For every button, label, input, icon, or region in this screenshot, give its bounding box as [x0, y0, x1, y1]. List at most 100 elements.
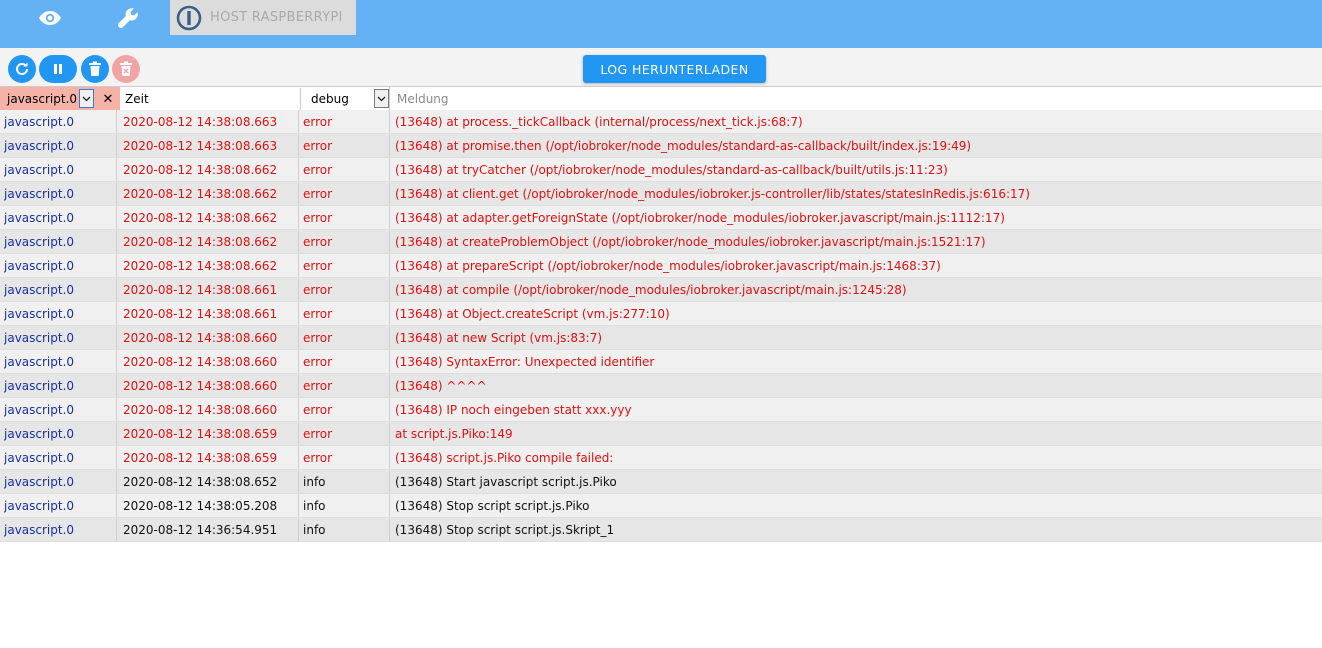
log-level: error: [299, 134, 390, 157]
log-row: javascript.0 2020-08-12 14:38:08.662 error…: [0, 158, 1322, 182]
log-source: javascript.0: [0, 302, 117, 325]
log-level: error: [299, 350, 390, 373]
log-message: (13648) SyntaxError: Unexpected identifi…: [395, 354, 655, 369]
log-row: javascript.0 2020-08-12 14:38:08.661 error…: [0, 278, 1322, 302]
log-row: javascript.0 2020-08-12 14:38:08.662 error…: [0, 254, 1322, 278]
log-source: javascript.0: [0, 350, 117, 373]
log-message: (13648) at new Script (vm.js:83:7): [395, 330, 603, 345]
log-source: javascript.0: [0, 494, 117, 517]
log-message: (13648) at prepareScript (/opt/iobroker/…: [395, 258, 941, 273]
log-message: (13648) at adapter.getForeignState (/opt…: [395, 210, 1005, 225]
log-time: 2020-08-12 14:38:08.662: [117, 182, 299, 205]
filter-bar: javascript.0 ✕ debug: [0, 86, 1322, 112]
time-filter-input[interactable]: [120, 88, 301, 110]
log-level: error: [299, 230, 390, 253]
log-row: javascript.0 2020-08-12 14:38:08.660 error…: [0, 398, 1322, 422]
log-level: error: [299, 374, 390, 397]
log-source: javascript.0: [0, 278, 117, 301]
log-source: javascript.0: [0, 134, 117, 157]
log-time: 2020-08-12 14:38:08.660: [117, 326, 299, 349]
log-row: javascript.0 2020-08-12 14:38:08.662 error…: [0, 182, 1322, 206]
log-level: error: [299, 254, 390, 277]
log-time: 2020-08-12 14:38:08.662: [117, 254, 299, 277]
log-source: javascript.0: [0, 446, 117, 469]
message-filter-input[interactable]: [392, 88, 1320, 110]
log-message: (13648) Start javascript script.js.Piko: [395, 474, 617, 489]
log-time: 2020-08-12 14:38:08.659: [117, 446, 299, 469]
log-message: (13648) at createProblemObject (/opt/iob…: [395, 234, 986, 249]
log-message: (13648) at process._tickCallback (intern…: [395, 114, 803, 129]
delete-log-button[interactable]: [81, 55, 109, 83]
log-time: 2020-08-12 14:38:08.659: [117, 422, 299, 445]
log-time: 2020-08-12 14:38:08.660: [117, 374, 299, 397]
log-row: javascript.0 2020-08-12 14:36:54.951 info (…: [0, 518, 1322, 542]
pause-button[interactable]: [39, 55, 77, 83]
log-row: javascript.0 2020-08-12 14:38:08.661 error…: [0, 302, 1322, 326]
download-log-button[interactable]: LOG HERUNTERLADEN: [583, 55, 766, 83]
log-time: 2020-08-12 14:38:08.663: [117, 110, 299, 133]
log-source: javascript.0: [0, 158, 117, 181]
refresh-icon: [16, 62, 28, 75]
host-tab[interactable]: HOST RASPBERRYPI: [170, 0, 356, 35]
log-time: 2020-08-12 14:38:08.662: [117, 206, 299, 229]
eye-icon[interactable]: [35, 6, 65, 30]
source-filter-select[interactable]: javascript.0: [0, 87, 96, 111]
log-level: info: [299, 518, 390, 541]
log-source: javascript.0: [0, 518, 117, 541]
log-level: error: [299, 446, 390, 469]
log-row: javascript.0 2020-08-12 14:38:08.663 error…: [0, 110, 1322, 134]
log-row: javascript.0 2020-08-12 14:38:08.662 error…: [0, 206, 1322, 230]
app-bar: HOST RASPBERRYPI: [0, 0, 1322, 48]
log-source: javascript.0: [0, 110, 117, 133]
log-message: at script.js.Piko:149: [395, 426, 513, 441]
log-time: 2020-08-12 14:38:08.663: [117, 134, 299, 157]
log-level: info: [299, 470, 390, 493]
chevron-down-icon[interactable]: [374, 89, 389, 108]
pause-icon: [54, 64, 62, 74]
log-message: (13648) Stop script script.js.Piko: [395, 498, 590, 513]
log-source: javascript.0: [0, 206, 117, 229]
log-table: javascript.0 2020-08-12 14:38:08.663 error…: [0, 110, 1322, 542]
log-source: javascript.0: [0, 230, 117, 253]
log-level: error: [299, 182, 390, 205]
log-message: (13648) at tryCatcher (/opt/iobroker/nod…: [395, 162, 948, 177]
log-row: javascript.0 2020-08-12 14:38:08.662 error…: [0, 230, 1322, 254]
log-row: javascript.0 2020-08-12 14:38:08.660 error…: [0, 326, 1322, 350]
log-level: info: [299, 494, 390, 517]
wrench-icon[interactable]: [113, 6, 143, 30]
log-time: 2020-08-12 14:38:08.652: [117, 470, 299, 493]
log-source: javascript.0: [0, 182, 117, 205]
log-time: 2020-08-12 14:38:05.208: [117, 494, 299, 517]
source-filter-value: javascript.0: [7, 92, 78, 106]
log-message: (13648) at compile (/opt/iobroker/node_m…: [395, 282, 907, 297]
host-label: HOST RASPBERRYPI: [210, 10, 343, 25]
log-time: 2020-08-12 14:38:08.661: [117, 278, 299, 301]
log-source: javascript.0: [0, 326, 117, 349]
log-level: error: [299, 326, 390, 349]
log-level: error: [299, 398, 390, 421]
refresh-button[interactable]: [8, 55, 36, 83]
log-level: error: [299, 278, 390, 301]
log-row: javascript.0 2020-08-12 14:38:08.663 error…: [0, 134, 1322, 158]
log-time: 2020-08-12 14:38:08.662: [117, 158, 299, 181]
log-message: (13648) script.js.Piko compile failed:: [395, 450, 614, 465]
level-filter-select[interactable]: debug: [302, 87, 390, 111]
log-message: (13648) ^^^^: [395, 378, 487, 393]
log-source: javascript.0: [0, 254, 117, 277]
log-time: 2020-08-12 14:38:08.661: [117, 302, 299, 325]
log-source: javascript.0: [0, 470, 117, 493]
log-toolbar: LOG HERUNTERLADEN: [0, 48, 1322, 86]
clear-source-filter-button[interactable]: ✕: [96, 87, 120, 111]
log-message: (13648) Stop script script.js.Skript_1: [395, 522, 615, 537]
log-message: (13648) IP noch eingeben statt xxx.yyy: [395, 402, 632, 417]
log-level: error: [299, 206, 390, 229]
log-time: 2020-08-12 14:38:08.660: [117, 398, 299, 421]
log-message: (13648) at client.get (/opt/iobroker/nod…: [395, 186, 1030, 201]
chevron-down-icon[interactable]: [79, 89, 94, 108]
iobroker-logo-icon: [176, 5, 202, 30]
close-icon: ✕: [102, 91, 114, 107]
delete-all-logs-button[interactable]: [112, 55, 140, 83]
log-message: (13648) at promise.then (/opt/iobroker/n…: [395, 138, 972, 153]
log-row: javascript.0 2020-08-12 14:38:08.660 error…: [0, 350, 1322, 374]
log-source: javascript.0: [0, 374, 117, 397]
